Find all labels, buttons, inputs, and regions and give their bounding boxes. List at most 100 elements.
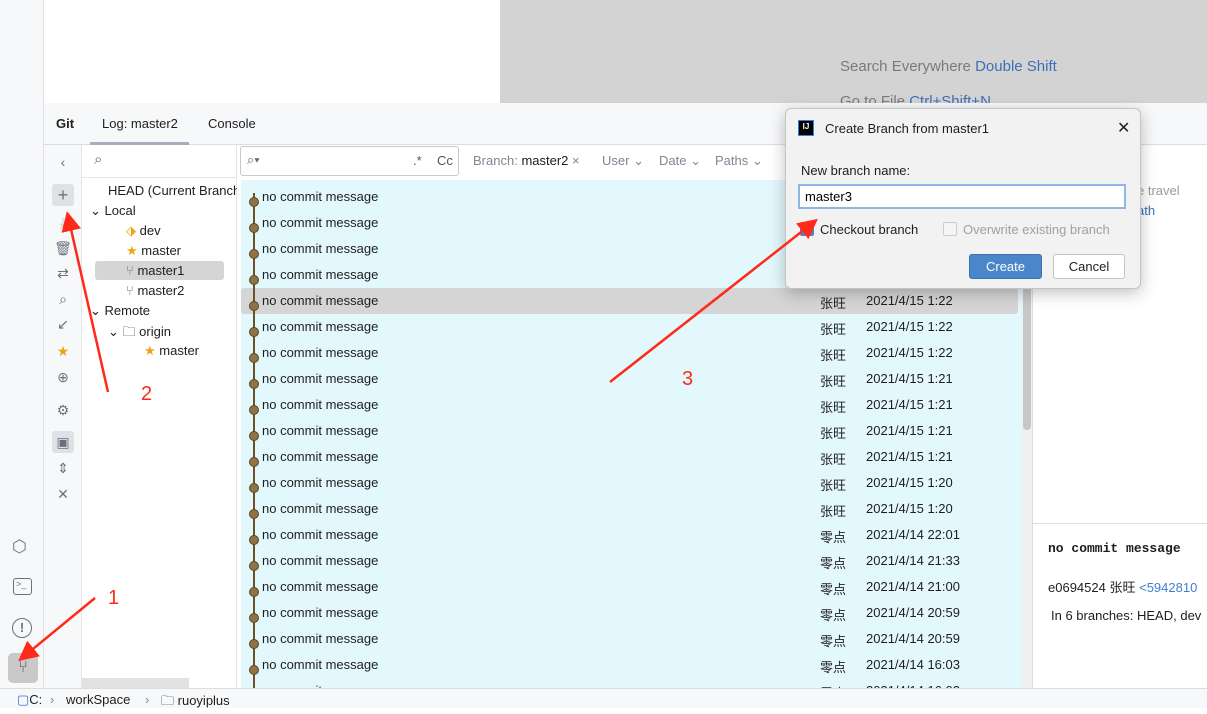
tree-head[interactable]: HEAD (Current Branch) (108, 183, 245, 198)
create-branch-dialog: IJ Create Branch from master1 ✕ New bran… (785, 108, 1141, 289)
commit-node (249, 431, 259, 441)
branch-dev[interactable]: ⬗ dev (126, 223, 161, 239)
commit-date: 2021/4/14 16:03 (866, 657, 960, 672)
log-search-input[interactable]: ⌕▾ .* Cc (240, 146, 459, 176)
run-icon[interactable]: ⬡ (12, 537, 27, 557)
commit-row[interactable]: no commit message 零点 2021/4/14 16:03 (241, 652, 1018, 678)
tree-scrollbar[interactable] (82, 678, 189, 688)
commit-date: 2021/4/15 1:20 (866, 501, 953, 516)
commit-message: no commit message (262, 345, 379, 360)
star-icon[interactable]: ★ (52, 340, 74, 362)
collapse-all-icon[interactable]: ✕ (52, 483, 74, 505)
commit-date: 2021/4/15 1:22 (866, 293, 953, 308)
user-filter[interactable]: User ⌄ (602, 153, 644, 169)
details-branches: In 6 branches: HEAD, dev (1051, 608, 1202, 623)
commit-node (249, 301, 259, 311)
branch-filter[interactable]: Branch: master2 × (473, 153, 580, 168)
problems-icon[interactable]: ! (12, 618, 32, 638)
commit-date: 2021/4/14 21:33 (866, 553, 960, 568)
commit-row[interactable]: no commit message 零点 2021/4/14 20:59 (241, 600, 1018, 626)
create-button[interactable]: Create (969, 254, 1042, 279)
group-icon[interactable]: ▣ (52, 431, 74, 453)
commit-row[interactable]: no commit message 张旺 2021/4/15 1:21 (241, 366, 1018, 392)
branch-icon: ⑂ (126, 283, 134, 298)
editor-area (44, 0, 500, 103)
commit-date: 2021/4/15 1:22 (866, 345, 953, 360)
branch-master1[interactable]: ⑂ master1 (95, 261, 224, 280)
expand-all-icon[interactable]: ⇕ (52, 457, 74, 479)
breadcrumb-workspace[interactable]: workSpace (66, 692, 130, 707)
commit-row[interactable]: no commit message 零点 2021/4/14 20:59 (241, 626, 1018, 652)
branch-master[interactable]: ★ master (126, 243, 181, 259)
update-icon[interactable]: ⤓ (52, 211, 74, 233)
tree-remote[interactable]: ⌄ Remote (90, 303, 150, 319)
tag-icon: ⬗ (126, 223, 136, 238)
commit-author: 张旺 (820, 400, 847, 415)
tab-git[interactable]: Git (56, 116, 74, 131)
paths-filter[interactable]: Paths ⌄ (715, 153, 763, 169)
commit-message: no commit message (262, 449, 379, 464)
commit-row[interactable]: no commit message 零点 2021/4/14 22:01 (241, 522, 1018, 548)
overwrite-checkbox[interactable] (943, 222, 957, 236)
close-icon[interactable]: ✕ (1117, 118, 1130, 138)
remote-branch-master[interactable]: ★ master (144, 343, 199, 359)
branch-name-label: New branch name: (801, 163, 911, 178)
branch-master2[interactable]: ⑂ master2 (126, 283, 184, 298)
commit-date: 2021/4/14 20:59 (866, 605, 960, 620)
compare-icon[interactable]: ⇄ (52, 262, 74, 284)
tree-search-icon[interactable]: ⌕ (94, 151, 102, 168)
commit-message: no commit message (262, 631, 379, 646)
commit-author: 张旺 (820, 322, 847, 337)
commit-author: 零点 (820, 660, 847, 675)
dialog-title: Create Branch from master1 (825, 121, 990, 136)
details-hint: e travel (1137, 183, 1180, 198)
settings-icon[interactable]: ⚙ (52, 399, 74, 421)
branch-toolbar: ‹ + ⤓ 🗑 ⇄ ⌕ ↙ ★ ⊕ ⚙ ▣ ⇕ ✕ (44, 145, 82, 688)
breadcrumb-drive[interactable]: ▢C: (17, 692, 42, 708)
commit-row[interactable]: no commit message 张旺 2021/4/15 1:20 (241, 496, 1018, 522)
case-toggle[interactable]: Cc (437, 153, 453, 168)
checkout-label[interactable]: Checkout branch (820, 222, 918, 237)
commit-author: 张旺 (820, 478, 847, 493)
new-branch-icon[interactable]: + (52, 184, 74, 206)
branch-name-input[interactable] (798, 184, 1126, 209)
commit-row[interactable]: no commit message 张旺 2021/4/15 1:21 (241, 418, 1018, 444)
delete-icon[interactable]: 🗑 (52, 237, 74, 259)
commit-row[interactable]: no commit message 张旺 2021/4/15 1:21 (241, 392, 1018, 418)
commit-message: no commit message (262, 579, 379, 594)
regex-toggle[interactable]: .* (413, 153, 422, 168)
commit-message: no commit message (262, 397, 379, 412)
commit-date: 2021/4/14 22:01 (866, 527, 960, 542)
commit-row[interactable]: no commit message 张旺 2021/4/15 1:22 (241, 314, 1018, 340)
collapse-icon[interactable]: ‹ (52, 151, 74, 173)
commit-message: no commit message (262, 657, 379, 672)
commit-row[interactable]: no commit message 张旺 2021/4/15 1:22 (241, 340, 1018, 366)
commit-row[interactable]: no commit message 张旺 2021/4/15 1:20 (241, 470, 1018, 496)
date-filter[interactable]: Date ⌄ (659, 153, 701, 169)
cancel-button[interactable]: Cancel (1053, 254, 1125, 279)
branch-icon: ⑂ (126, 263, 134, 278)
terminal-icon[interactable]: >_ (13, 578, 32, 595)
commit-node (249, 561, 259, 571)
commit-row[interactable]: no commit message 零点 2021/4/14 21:00 (241, 574, 1018, 600)
commit-node (249, 639, 259, 649)
commit-row[interactable]: no commit message 零点 2021/4/14 21:33 (241, 548, 1018, 574)
folder-icon: 🗀 (122, 324, 136, 339)
navigate-icon[interactable]: ⊕ (52, 366, 74, 388)
tab-console[interactable]: Console (208, 116, 256, 131)
commit-row[interactable]: no commit message 张旺 2021/4/15 1:21 (241, 444, 1018, 470)
commit-message: no commit message (262, 527, 379, 542)
checkout-checkbox[interactable] (800, 222, 814, 236)
commit-date: 2021/4/15 1:21 (866, 397, 953, 412)
commit-row[interactable]: no commit message 张旺 2021/4/15 1:22 (241, 288, 1018, 314)
tab-log[interactable]: Log: master2 (102, 116, 178, 131)
tree-local[interactable]: ⌄ Local (90, 203, 136, 219)
search-icon[interactable]: ⌕ (52, 288, 74, 310)
git-icon[interactable]: ⑂ (8, 653, 38, 683)
fetch-icon[interactable]: ↙ (52, 313, 74, 335)
commit-date: 2021/4/15 1:22 (866, 319, 953, 334)
tree-origin[interactable]: ⌄ 🗀 origin (108, 323, 171, 345)
details-message: no commit message (1048, 541, 1181, 556)
commit-node (249, 405, 259, 415)
breadcrumb-project[interactable]: 🗀 ruoyiplus (161, 692, 230, 714)
